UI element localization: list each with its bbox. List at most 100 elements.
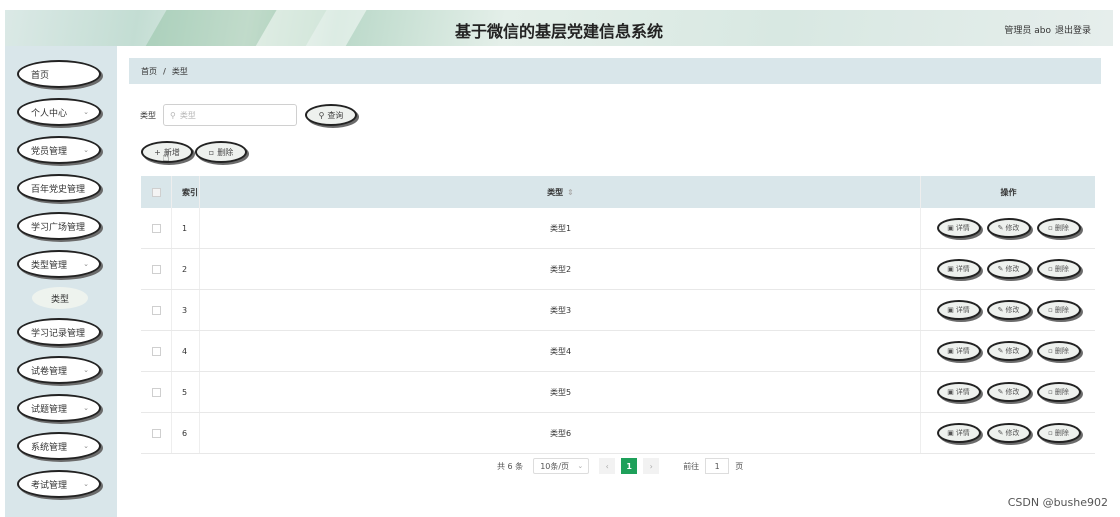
select-all-checkbox[interactable] [151,187,161,197]
sidebar-item-papers[interactable]: 试卷管理 ⌄ [17,356,101,384]
row-type: 类型4 [199,331,921,371]
chevron-down-icon: ⌄ [83,260,89,268]
sidebar-subitem-type[interactable]: 类型 [32,287,88,309]
column-header-type[interactable]: 类型 ⇕ [199,176,921,208]
trash-icon: ▫ [1048,224,1053,232]
table-row: 6 类型6 ▣ 详情 ✎ 修改 ▫ 删除 [141,413,1095,454]
sort-icon[interactable]: ⇕ [567,188,574,197]
detail-button[interactable]: ▣ 详情 [936,341,981,361]
page-number-current[interactable]: 1 [621,458,638,474]
delete-button[interactable]: ▫ 删除 [1036,341,1081,361]
logout-link[interactable]: 退出登录 [1055,23,1091,36]
column-header-actions: 操作 [920,176,1096,208]
detail-button[interactable]: ▣ 详情 [936,382,981,402]
table-header: 索引 类型 ⇕ 操作 [141,176,1095,208]
document-icon: ▣ [947,429,954,437]
detail-button-label: 详情 [955,224,970,232]
sidebar-item-label: 百年党史管理 [31,184,86,195]
edit-button[interactable]: ✎ 修改 [986,423,1031,443]
row-type: 类型1 [199,208,921,248]
delete-button-label: 删除 [1054,265,1069,273]
main-content: 首页 / 类型 类型 ⚲ 类型 ⚲ 查询 + 新增 ▫ 删除 索引 类型 ⇕ 操作 1类… [117,46,1113,517]
sidebar-item-party-history[interactable]: 百年党史管理 [17,174,101,202]
goto-unit: 页 [735,461,744,471]
document-icon: ▣ [947,224,954,232]
row-checkbox[interactable] [151,346,161,356]
next-page-button[interactable]: › [643,458,660,474]
detail-button[interactable]: ▣ 详情 [936,300,981,320]
edit-button-label: 修改 [1005,265,1020,273]
pencil-icon: ✎ [997,265,1004,273]
query-button[interactable]: ⚲ 查询 [305,104,357,126]
edit-button[interactable]: ✎ 修改 [986,300,1031,320]
pagination-total: 共 6 条 [497,461,524,471]
search-input[interactable]: ⚲ 类型 [163,104,297,126]
search-placeholder: 类型 [179,110,196,120]
page-size-value: 10条/页 [540,461,570,471]
row-actions: ▣ 详情 ✎ 修改 ▫ 删除 [920,331,1096,371]
trash-icon: ▫ [1048,265,1053,273]
edit-button[interactable]: ✎ 修改 [986,341,1031,361]
detail-button[interactable]: ▣ 详情 [936,423,981,443]
batch-delete-button[interactable]: ▫ 删除 [195,141,247,163]
sidebar-item-questions[interactable]: 试题管理 ⌄ [17,394,101,422]
edit-button[interactable]: ✎ 修改 [986,218,1031,238]
search-icon: ⚲ [170,110,176,120]
delete-button[interactable]: ▫ 删除 [1036,218,1081,238]
delete-button-label: 删除 [1054,347,1069,355]
detail-button[interactable]: ▣ 详情 [936,218,981,238]
page-size-select[interactable]: 10条/页 ⌄ [533,458,590,474]
document-icon: ▣ [947,388,954,396]
sidebar-item-label: 党员管理 [31,146,68,157]
pencil-icon: ✎ [997,388,1004,396]
column-header-index: 索引 [171,176,199,208]
sidebar-item-label: 试题管理 [31,404,68,415]
sidebar-item-system[interactable]: 系统管理 ⌄ [17,432,101,460]
detail-button[interactable]: ▣ 详情 [936,259,981,279]
pencil-icon: ✎ [997,306,1004,314]
sidebar-item-profile[interactable]: 个人中心 ⌄ [17,98,101,126]
row-actions: ▣ 详情 ✎ 修改 ▫ 删除 [920,413,1096,453]
pencil-icon: ✎ [997,224,1004,232]
row-checkbox[interactable] [151,387,161,397]
sidebar-item-study-records[interactable]: 学习记录管理 [17,318,101,346]
app-header: 基于微信的基层党建信息系统 管理员 abo 退出登录 [5,10,1113,46]
row-actions: ▣ 详情 ✎ 修改 ▫ 删除 [920,249,1096,289]
row-actions: ▣ 详情 ✎ 修改 ▫ 删除 [920,290,1096,330]
row-checkbox[interactable] [151,428,161,438]
prev-page-button[interactable]: ‹ [599,458,616,474]
sidebar-item-members[interactable]: 党员管理 ⌄ [17,136,101,164]
sidebar: 首页 个人中心 ⌄ 党员管理 ⌄ 百年党史管理 学习广场管理 类型管理 ⌄ 类型 学习… [5,46,117,517]
edit-button-label: 修改 [1005,224,1020,232]
row-type: 类型6 [199,413,921,453]
sidebar-item-home[interactable]: 首页 [17,60,101,88]
delete-button-label: 删除 [217,147,234,157]
delete-button-label: 删除 [1054,306,1069,314]
sidebar-item-label: 学习记录管理 [31,328,86,339]
detail-button-label: 详情 [955,306,970,314]
sidebar-item-type-management[interactable]: 类型管理 ⌄ [17,250,101,278]
delete-button[interactable]: ▫ 删除 [1036,382,1081,402]
sidebar-item-label: 考试管理 [31,480,68,491]
sidebar-item-exams[interactable]: 考试管理 ⌄ [17,470,101,498]
edit-button[interactable]: ✎ 修改 [986,259,1031,279]
chevron-down-icon: ⌄ [83,108,89,116]
delete-button[interactable]: ▫ 删除 [1036,423,1081,443]
pagination: 共 6 条 10条/页 ⌄ ‹ 1 › 前往 1 页 [497,456,743,476]
sidebar-item-label: 系统管理 [31,442,68,453]
query-button-label: 查询 [327,110,344,120]
sidebar-item-learning-square[interactable]: 学习广场管理 [17,212,101,240]
breadcrumb-home[interactable]: 首页 [141,66,157,77]
sidebar-item-label: 个人中心 [31,108,68,119]
row-checkbox[interactable] [151,264,161,274]
edit-button[interactable]: ✎ 修改 [986,382,1031,402]
row-type: 类型2 [199,249,921,289]
row-checkbox[interactable] [151,305,161,315]
watermark: CSDN @bushe902 [1007,496,1108,509]
delete-button[interactable]: ▫ 删除 [1036,300,1081,320]
row-index: 4 [171,331,199,371]
row-checkbox[interactable] [151,223,161,233]
table-row: 1 类型1 ▣ 详情 ✎ 修改 ▫ 删除 [141,208,1095,249]
goto-page-input[interactable]: 1 [705,458,730,474]
delete-button[interactable]: ▫ 删除 [1036,259,1081,279]
